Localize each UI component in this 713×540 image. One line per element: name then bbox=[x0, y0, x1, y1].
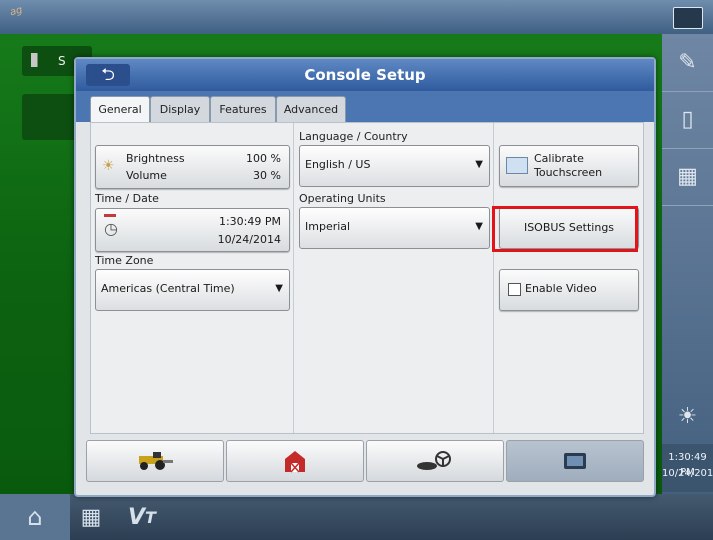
brightness-value: 100 % bbox=[246, 152, 281, 165]
isobus-highlight-box bbox=[492, 206, 638, 252]
run-tab-label: S bbox=[58, 54, 66, 68]
tab-display[interactable]: Display bbox=[150, 96, 210, 123]
operator-icon bbox=[31, 53, 45, 67]
footer-button-bar bbox=[86, 440, 644, 482]
wrench-icon[interactable]: ✎ bbox=[662, 34, 713, 92]
touchscreen-icon bbox=[506, 157, 528, 174]
top-bar: ag bbox=[0, 0, 713, 34]
time-date-button[interactable]: ◷ 1:30:49 PM 10/24/2014 bbox=[95, 208, 290, 252]
tractor-icon[interactable] bbox=[86, 440, 224, 482]
clock-display: 1:30:49 PM 10/24/2014 bbox=[662, 444, 713, 492]
volume-value: 30 % bbox=[253, 169, 281, 182]
sun-icon: ☀ bbox=[102, 158, 115, 174]
grid-icon[interactable]: ▦ bbox=[70, 494, 112, 540]
dropdown-arrow-icon: ▼ bbox=[475, 221, 483, 232]
dialog-header: ⮌ Console Setup bbox=[76, 59, 654, 91]
display-icon[interactable] bbox=[506, 440, 644, 482]
enable-video-label: Enable Video bbox=[525, 282, 597, 295]
virtual-terminal-icon[interactable]: VT bbox=[112, 494, 172, 540]
time-zone-select[interactable]: Americas (Central Time) ▼ bbox=[95, 269, 290, 311]
dialog-title: Console Setup bbox=[304, 66, 426, 84]
calibrate-label-line1: Calibrate bbox=[534, 152, 584, 165]
barn-icon[interactable] bbox=[226, 440, 364, 482]
calibrate-touchscreen-button[interactable]: Calibrate Touchscreen bbox=[499, 145, 639, 187]
calendar-icon[interactable]: ▦ bbox=[662, 148, 713, 206]
volume-label: Volume bbox=[126, 169, 167, 182]
time-zone-label: Time Zone bbox=[95, 254, 154, 267]
time-date-label: Time / Date bbox=[95, 192, 159, 205]
tab-features[interactable]: Features bbox=[210, 96, 276, 123]
language-select[interactable]: English / US ▼ bbox=[299, 145, 490, 187]
enable-video-checkbox[interactable]: Enable Video bbox=[499, 269, 639, 311]
clock-icon: ◷ bbox=[104, 219, 118, 238]
column-divider bbox=[493, 123, 494, 433]
bottom-bar: ⌂ ▦ VT bbox=[0, 494, 713, 540]
clock-date: 10/24/2014 bbox=[662, 468, 713, 479]
brightness-volume-button[interactable]: ☀ Brightness 100 % Volume 30 % bbox=[95, 145, 290, 189]
window-toggle-icon[interactable] bbox=[673, 7, 703, 29]
right-toolbar: ✎ ▯ ▦ ☀ 1:30:49 PM 10/24/2014 bbox=[662, 34, 713, 494]
home-icon[interactable]: ⌂ bbox=[0, 494, 70, 540]
tab-advanced[interactable]: Advanced bbox=[276, 96, 346, 123]
calendar-mark-icon bbox=[104, 214, 116, 217]
units-value: Imperial bbox=[305, 220, 351, 233]
date-value: 10/24/2014 bbox=[217, 233, 281, 246]
time-value: 1:30:49 PM bbox=[218, 215, 281, 228]
calibrate-label-line2: Touchscreen bbox=[534, 166, 603, 179]
usb-drive-icon[interactable]: ▯ bbox=[662, 91, 713, 149]
dropdown-arrow-icon: ▼ bbox=[475, 159, 483, 170]
tab-bar: General Display Features Advanced bbox=[76, 91, 654, 124]
brightness-label: Brightness bbox=[126, 152, 185, 165]
units-select[interactable]: Imperial ▼ bbox=[299, 207, 490, 249]
language-value: English / US bbox=[305, 158, 371, 171]
brand-logo: ag bbox=[8, 4, 24, 19]
steering-wheel-icon[interactable] bbox=[366, 440, 504, 482]
language-label: Language / Country bbox=[299, 130, 408, 143]
time-zone-value: Americas (Central Time) bbox=[101, 282, 235, 295]
general-tab-content: ☀ Brightness 100 % Volume 30 % Time / Da… bbox=[90, 122, 644, 434]
console-setup-dialog: ⮌ Console Setup General Display Features… bbox=[74, 57, 656, 497]
tab-general[interactable]: General bbox=[90, 96, 150, 124]
brightness-icon[interactable]: ☀ bbox=[662, 390, 713, 442]
checkbox-icon bbox=[508, 283, 521, 296]
dropdown-arrow-icon: ▼ bbox=[275, 283, 283, 294]
column-divider bbox=[293, 123, 294, 433]
units-label: Operating Units bbox=[299, 192, 386, 205]
